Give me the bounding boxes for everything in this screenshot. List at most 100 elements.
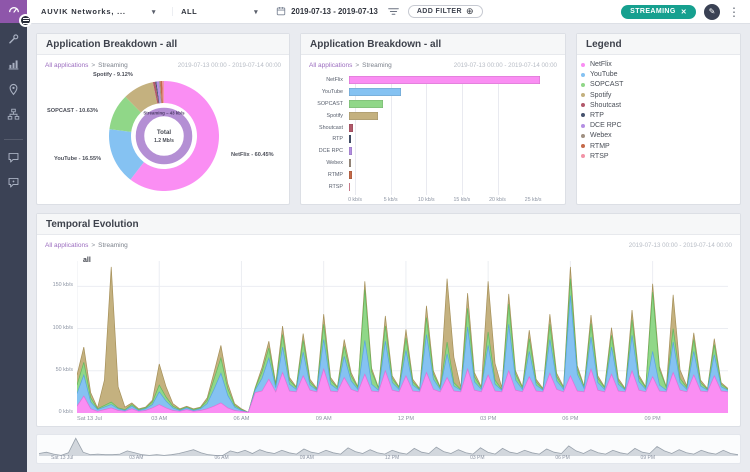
more-menu-button[interactable]: ⋮	[728, 6, 740, 18]
x-axis-tick-label: 06 PM	[555, 455, 569, 461]
legend-item-label: RTMP	[590, 143, 610, 150]
donut-center-value: 1.2 Mb/s	[154, 138, 174, 144]
x-axis-tick-label: 0 kb/s	[348, 197, 362, 203]
breadcrumb-current: Streaming	[98, 62, 128, 69]
donut-inner-ring[interactable]	[140, 112, 188, 160]
temporal-card: Temporal Evolution All applications > St…	[36, 213, 741, 427]
legend-item[interactable]: Webex	[581, 132, 736, 139]
date-range-value: 2019-07-13 - 2019-07-13	[291, 7, 378, 16]
breadcrumb: All applications > Streaming 2019-07-13 …	[309, 60, 557, 71]
scope-selector[interactable]: ALL ▾	[172, 7, 258, 16]
x-axis-tick-label: 20 kb/s	[489, 197, 506, 203]
temporal-card-title: Temporal Evolution	[37, 214, 740, 235]
legend-color-icon	[581, 124, 585, 128]
breadcrumb-all-applications-link[interactable]: All applications	[309, 62, 352, 69]
bar-sopcast[interactable]	[349, 100, 383, 108]
sidebar-item-support[interactable]	[7, 178, 21, 192]
temporal-plot-area: Sat 13 Jul03 AM06 AM09 AM12 PM03 PM06 PM…	[77, 261, 728, 413]
x-axis-tick-label: 5 kb/s	[384, 197, 398, 203]
close-icon: ✕	[681, 8, 687, 16]
bar-category-label: RTSP	[309, 184, 349, 190]
legend-item[interactable]: RTP	[581, 112, 736, 119]
sidebar-item-traffic-insights[interactable]	[7, 60, 21, 74]
bar-netflix[interactable]	[349, 76, 540, 84]
legend-color-icon	[581, 113, 585, 117]
bar-rtsp[interactable]	[349, 183, 350, 191]
bar-category-label: Webex	[309, 160, 349, 166]
org-selector[interactable]: AUVIK Networks, ... ▾	[41, 7, 156, 16]
bar-category-label: NetFlix	[309, 77, 349, 83]
add-filter-button[interactable]: ADD FILTER ⊕	[408, 5, 483, 18]
legend-list: NetFlix YouTube SOPCAST Spotify Shoutcast RTP…	[577, 55, 740, 169]
date-range-picker[interactable]: 2019-07-13 - 2019-07-13	[276, 6, 378, 18]
sidebar	[0, 0, 27, 472]
filter-chip-streaming[interactable]: STREAMING ✕	[621, 5, 696, 19]
timeline-navigator[interactable]: Sat 13 Jul03 AM06 AM09 AM12 PM03 PM06 PM…	[36, 434, 741, 464]
donut-label-spotify: Spotify - 9.12%	[93, 72, 133, 78]
pencil-icon: ✎	[709, 7, 716, 16]
breadcrumb-all-applications-link[interactable]: All applications	[45, 242, 88, 249]
x-axis-tick-label: 12 PM	[385, 455, 399, 461]
y-axis-tick-label: 0 kb/s	[45, 409, 73, 415]
sidebar-item-locations[interactable]	[7, 85, 21, 99]
bar-webex[interactable]	[349, 159, 351, 167]
x-axis-tick-label: 03 AM	[151, 416, 167, 422]
sidebar-item-tools[interactable]	[7, 35, 21, 49]
donut-inner-ring-label: Streaming – 43 kb/s	[143, 111, 185, 116]
x-axis-tick-label: 06 PM	[562, 416, 578, 422]
breadcrumb-all-applications-link[interactable]: All applications	[45, 62, 88, 69]
sidebar-collapse-button[interactable]	[19, 14, 32, 27]
filter-sliders-icon[interactable]	[388, 7, 399, 16]
bar-category-label: YouTube	[309, 89, 349, 95]
bar-row: DCE RPC	[309, 145, 557, 157]
legend-item[interactable]: RTSP	[581, 153, 736, 160]
temporal-series-label: all	[83, 257, 91, 264]
bar-rtmp[interactable]	[349, 171, 352, 179]
legend-item[interactable]: SOPCAST	[581, 81, 736, 88]
bar-shoutcast[interactable]	[349, 124, 353, 132]
sidebar-item-topology[interactable]	[7, 110, 21, 124]
donut-label-netflix: NetFlix - 60.45%	[231, 152, 274, 158]
card-date-range: 2019-07-13 00:00 - 2019-07-14 00:00	[454, 62, 557, 69]
x-axis-tick-label: 09 PM	[645, 416, 661, 422]
bar-spotify[interactable]	[349, 112, 378, 120]
legend-color-icon	[581, 144, 585, 148]
legend-color-icon	[581, 93, 585, 97]
temporal-evolution-chart[interactable]: all 0 kb/s50 kb/s100 kb/s150 kb/sSat 13 …	[45, 253, 732, 425]
x-axis-tick-label: Sat 13 Jul	[51, 455, 73, 461]
bar-row: Spotify	[309, 110, 557, 122]
legend-item[interactable]: YouTube	[581, 71, 736, 78]
y-axis-tick-label: 50 kb/s	[45, 367, 73, 373]
add-filter-label: ADD FILTER	[417, 8, 462, 15]
bar-dce-rpc[interactable]	[349, 147, 352, 155]
navigator-area	[39, 438, 738, 456]
legend-item[interactable]: DCE RPC	[581, 122, 736, 129]
bar-category-label: DCE RPC	[309, 148, 349, 154]
legend-item[interactable]: NetFlix	[581, 61, 736, 68]
sitemap-icon	[7, 108, 20, 126]
legend-item-label: Spotify	[590, 92, 611, 99]
application-bar-chart[interactable]: 0 kb/s5 kb/s10 kb/s15 kb/s20 kb/s25 kb/s…	[309, 74, 557, 208]
chevron-down-icon: ▾	[152, 8, 156, 16]
sidebar-divider	[4, 139, 23, 140]
bar-youtube[interactable]	[349, 88, 401, 96]
legend-item[interactable]: Spotify	[581, 92, 736, 99]
x-axis-tick-label: 06 AM	[234, 416, 250, 422]
legend-item-label: RTP	[590, 112, 604, 119]
calendar-icon	[276, 6, 286, 18]
plus-circle-icon: ⊕	[466, 8, 474, 15]
app-root: AUVIK Networks, ... ▾ ALL ▾ 2019-07-13 -…	[0, 0, 750, 472]
edit-button[interactable]: ✎	[704, 4, 720, 20]
legend-item[interactable]: Shoutcast	[581, 102, 736, 109]
bar-rtp[interactable]	[349, 135, 351, 143]
x-axis-tick-label: 12 PM	[398, 416, 414, 422]
sidebar-item-chat[interactable]	[7, 153, 21, 167]
filter-chip-label: STREAMING	[630, 8, 676, 15]
breadcrumb: All applications > Streaming 2019-07-13 …	[45, 60, 281, 71]
bar-category-label: Shoutcast	[309, 125, 349, 131]
x-axis-tick-label: 03 PM	[470, 455, 484, 461]
application-donut-chart[interactable]: Streaming – 43 kb/sTotal1.2 Mb/s Spotify…	[45, 71, 281, 205]
legend-color-icon	[581, 73, 585, 77]
wrench-icon	[7, 33, 20, 51]
legend-item[interactable]: RTMP	[581, 143, 736, 150]
